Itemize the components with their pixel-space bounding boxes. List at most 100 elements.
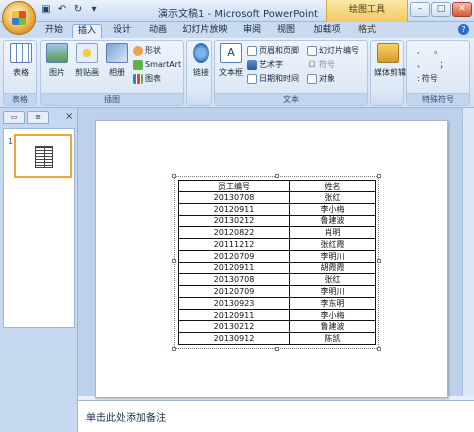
resize-handle[interactable] [377,259,381,263]
picture-button[interactable]: 图片 [43,43,71,93]
tab-slideshow[interactable]: 幻灯片放映 [178,24,232,38]
cell-name[interactable]: 李小梅 [289,308,376,322]
tab-slides-view[interactable]: ▭ [3,111,25,124]
datetime-button[interactable]: 日期和时间 [247,73,299,85]
cell-employee-id[interactable]: 20120709 [178,285,290,298]
tab-animations[interactable]: 动画 [144,24,172,38]
tab-review[interactable]: 审阅 [238,24,266,38]
slide-thumbnail[interactable] [14,134,72,178]
window-controls: – □ ✕ [410,2,472,17]
resize-handle[interactable] [275,174,279,178]
tab-design[interactable]: 设计 [108,24,136,38]
cell-employee-id[interactable]: 20111212 [178,238,290,251]
cell-name[interactable]: 李东明 [289,296,376,310]
cell-employee-id[interactable]: 20130212 [178,214,290,228]
media-clip-button[interactable]: 媒体剪辑 [374,43,406,93]
special-symbol-row-2[interactable]: 、 ； [417,59,454,71]
resize-handle[interactable] [275,347,279,351]
object-button[interactable]: 对象 [307,73,335,85]
link-button[interactable]: 链接 [187,43,215,93]
cell-name[interactable]: 李小梅 [289,202,376,216]
resize-handle[interactable] [172,259,176,263]
header-footer-label: 页眉和页脚 [259,46,299,55]
cell-name[interactable]: 张红 [289,273,376,287]
chart-button[interactable]: 图表 [133,73,161,85]
table-row: 20130708 张红 [178,273,376,287]
notes-pane[interactable]: 单击此处添加备注 [78,400,474,432]
table-row: 20130923 李东明 [178,296,376,310]
cell-employee-id[interactable]: 20120911 [178,261,290,275]
cell-employee-id[interactable]: 20120709 [178,249,290,263]
save-icon[interactable]: ▣ [40,4,52,16]
redo-icon[interactable]: ↻ [72,4,84,16]
office-button[interactable] [2,1,36,35]
special-symbol-button[interactable]: : 符号 [417,73,438,85]
cell-employee-id[interactable]: 20120911 [178,308,290,322]
header-footer-button[interactable]: 页眉和页脚 [247,45,299,57]
cell-name[interactable]: 李明川 [289,249,376,263]
cell-name[interactable]: 鲁建波 [289,320,376,334]
header-name[interactable]: 姓名 [289,180,376,192]
cell-employee-id[interactable]: 20130708 [178,191,290,204]
smartart-button[interactable]: SmartArt [133,59,181,71]
vertical-scrollbar[interactable] [462,108,474,396]
ribbon-tabs: 开始 插入 设计 动画 幻灯片放映 审阅 视图 加载项 格式 [0,22,474,38]
cell-name[interactable]: 李明川 [289,285,376,298]
notes-placeholder: 单击此处添加备注 [86,413,166,424]
close-icon[interactable]: ✕ [452,2,472,17]
table-button[interactable]: 表格 [7,43,35,93]
slide-canvas[interactable]: 员工编号 姓名 20130708 张红 20120911 李小梅 20130212 鲁… [95,120,448,398]
cell-employee-id[interactable]: 20130708 [178,273,290,287]
tab-outline-view[interactable]: ≡ [27,111,49,124]
cell-name[interactable]: 鲁建波 [289,214,376,228]
wordart-button[interactable]: 艺术字 [247,59,283,71]
object-label: 对象 [319,74,335,83]
close-panel-icon[interactable]: × [65,111,73,123]
group-special-symbols: , 。 、 ； : 符号 特殊符号 [406,40,470,106]
shapes-button[interactable]: 形状 [133,45,161,57]
resize-handle[interactable] [172,347,176,351]
cell-employee-id[interactable]: 20120911 [178,202,290,216]
link-button-label: 链接 [193,68,209,77]
table-header-row: 员工编号 姓名 [178,180,376,192]
tab-addins[interactable]: 加载项 [308,24,346,38]
tab-format[interactable]: 格式 [352,24,382,38]
special-symbol-row-1[interactable]: , 。 [417,45,448,57]
slide-number-icon [307,46,317,56]
tab-view[interactable]: 视图 [272,24,300,38]
cell-employee-id[interactable]: 20120822 [178,226,290,240]
tab-home[interactable]: 开始 [40,24,68,38]
cell-name[interactable]: 张红 [289,191,376,204]
header-employee-id[interactable]: 员工编号 [178,180,290,192]
symbol-button[interactable]: Ω 符号 [307,59,335,71]
textbox-icon: A [220,43,242,63]
ribbon: 表格 表格 图片 剪贴画 相册 形状 SmartArt 图表 插图 链接 A 文… [0,38,474,108]
help-icon[interactable]: ? [458,24,469,35]
minimize-icon[interactable]: – [410,2,430,17]
album-button[interactable]: 相册 [103,43,131,93]
resize-handle[interactable] [377,174,381,178]
table-button-label: 表格 [13,68,29,77]
tab-insert[interactable]: 插入 [72,24,102,38]
customize-qat-icon[interactable]: ▾ [88,4,100,16]
slide-number-button[interactable]: 幻灯片编号 [307,45,359,57]
cell-name[interactable]: 胡霞霞 [289,261,376,275]
textbox-button[interactable]: A 文本框 [217,43,245,93]
cell-name[interactable]: 陈凯 [289,332,376,345]
cell-name[interactable]: 张红霞 [289,238,376,251]
special-symbol-dot: : [417,74,420,83]
cell-name[interactable]: 肖明 [289,226,376,240]
resize-handle[interactable] [172,174,176,178]
table-row: 20120911 李小梅 [178,202,376,216]
special-symbol-label: 符号 [421,74,438,83]
resize-handle[interactable] [377,347,381,351]
cell-employee-id[interactable]: 20130212 [178,320,290,334]
employee-table[interactable]: 员工编号 姓名 20130708 张红 20120911 李小梅 20130212 鲁… [178,180,376,345]
maximize-icon[interactable]: □ [431,2,451,17]
slide-number-label: 幻灯片编号 [319,46,359,55]
cell-employee-id[interactable]: 20130912 [178,332,290,345]
table-frame[interactable]: 员工编号 姓名 20130708 张红 20120911 李小梅 20130212 鲁… [172,174,381,351]
undo-icon[interactable]: ↶ [56,4,68,16]
cell-employee-id[interactable]: 20130923 [178,296,290,310]
clipart-button[interactable]: 剪贴画 [73,43,101,93]
